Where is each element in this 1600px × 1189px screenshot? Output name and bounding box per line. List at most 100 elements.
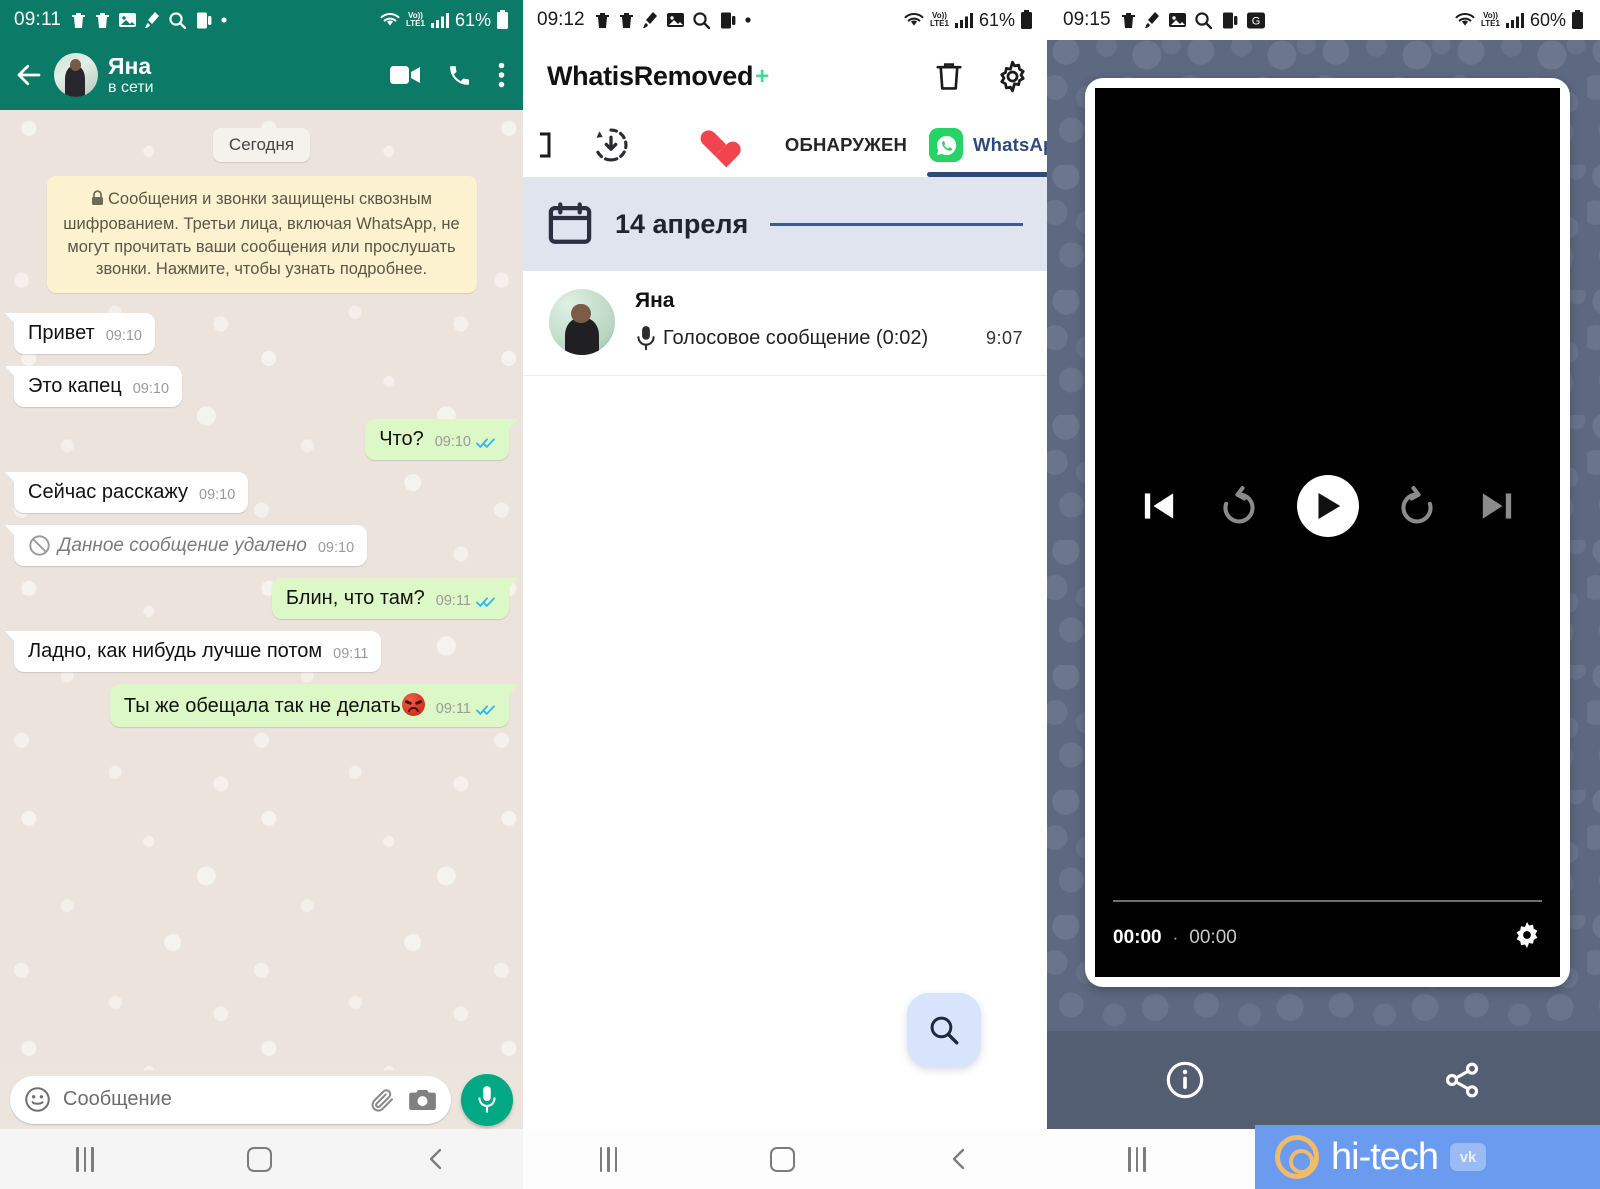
bracket-icon bbox=[540, 132, 551, 158]
message-row[interactable]: Сейчас расскажу 09:10 bbox=[4, 472, 509, 514]
app-header-actions bbox=[934, 60, 1029, 93]
message-text: Ладно, как нибудь лучше потом bbox=[28, 640, 323, 663]
angry-face-icon bbox=[401, 693, 425, 717]
plus-badge: + bbox=[755, 62, 770, 90]
home-button[interactable] bbox=[246, 1146, 272, 1172]
recents-button[interactable] bbox=[76, 1146, 94, 1172]
gallery-icon bbox=[666, 13, 684, 27]
tab-detected-label: ОБНАРУЖЕН bbox=[784, 134, 908, 155]
status-notification-icons: G bbox=[1120, 11, 1266, 30]
message-row[interactable]: Блин, что там? 09:11 bbox=[14, 578, 519, 620]
video-surface[interactable]: 00:00 · 00:00 bbox=[1095, 88, 1560, 977]
wifi-icon bbox=[380, 12, 400, 26]
player-controls bbox=[1095, 474, 1560, 537]
tab-favorites[interactable] bbox=[671, 113, 771, 177]
paint-icon bbox=[1144, 12, 1159, 28]
encryption-notice[interactable]: Сообщения и звонки защищены сквозным шиф… bbox=[14, 176, 509, 294]
app-title: WhatisRemoved bbox=[547, 61, 754, 91]
contact-info[interactable]: Яна в сети bbox=[108, 53, 154, 98]
message-text: Это капец bbox=[28, 375, 122, 398]
message-row[interactable]: Ты же обещала так не делать 09:11 bbox=[14, 684, 519, 728]
play-button[interactable] bbox=[1296, 474, 1359, 537]
restore-icon bbox=[595, 128, 628, 162]
trash-icon bbox=[96, 12, 110, 28]
message-row[interactable]: Ладно, как нибудь лучше потом 09:11 bbox=[4, 631, 509, 673]
player-bottom-actions bbox=[1047, 1031, 1600, 1129]
app-tab-bar: ОБНАРУЖЕН WhatsApp bbox=[523, 113, 1047, 177]
back-button[interactable] bbox=[425, 1146, 447, 1172]
tab-whatsapp[interactable]: WhatsApp bbox=[921, 113, 1047, 177]
contact-name: Яна bbox=[108, 52, 152, 79]
gear-icon[interactable] bbox=[996, 60, 1029, 93]
sender-name: Яна bbox=[635, 289, 675, 312]
info-button[interactable] bbox=[1047, 1060, 1324, 1100]
camera-icon[interactable] bbox=[408, 1087, 437, 1113]
status-clock: 09:12 bbox=[537, 9, 585, 30]
share-button[interactable] bbox=[1324, 1060, 1600, 1100]
recents-button[interactable] bbox=[599, 1146, 618, 1172]
message-row[interactable]: Привет 09:10 bbox=[5, 313, 509, 355]
status-bar-panel2: 09:12 Vo)) LTE1 61% bbox=[523, 0, 1047, 40]
microphone-icon bbox=[637, 326, 655, 351]
date-divider-rule bbox=[770, 222, 1023, 226]
trash-icon bbox=[72, 12, 86, 28]
chat-message-list[interactable]: Сегодня Сообщения и звонки защищены скво… bbox=[0, 110, 523, 1070]
app-header: WhatisRemoved + bbox=[523, 40, 1047, 113]
status-right-cluster: Vo)) LTE1 61% bbox=[903, 10, 1033, 31]
heart-icon bbox=[701, 131, 731, 159]
replay-10-button[interactable] bbox=[1217, 484, 1261, 528]
contact-avatar[interactable] bbox=[54, 53, 98, 97]
screen-record-icon bbox=[197, 12, 212, 28]
delete-icon[interactable] bbox=[934, 60, 964, 93]
back-button[interactable] bbox=[948, 1146, 970, 1172]
time-separator: · bbox=[1172, 927, 1179, 947]
search-icon bbox=[169, 11, 187, 29]
screen-record-icon bbox=[1222, 12, 1237, 28]
tab-detected[interactable]: ОБНАРУЖЕН bbox=[771, 113, 921, 177]
message-time: 09:11 bbox=[435, 593, 471, 610]
panel-video-player: 09:15 G Vo)) LTE1 60% 00:00 · 00:00 hi-t… bbox=[1047, 0, 1600, 1189]
search-fab[interactable] bbox=[907, 993, 981, 1067]
player-settings-button[interactable] bbox=[1512, 920, 1542, 955]
message-time: 09:10 bbox=[317, 540, 355, 557]
message-row-deleted[interactable]: Данное сообщение удалено 09:10 bbox=[4, 525, 509, 567]
message-time: 9:07 bbox=[985, 327, 1023, 348]
message-text: Данное сообщение удалено bbox=[58, 534, 307, 556]
tab-partial-left[interactable] bbox=[531, 113, 561, 177]
home-button[interactable] bbox=[770, 1146, 796, 1172]
voice-call-icon[interactable] bbox=[447, 63, 472, 88]
share-icon bbox=[1445, 1062, 1478, 1098]
voice-record-button[interactable] bbox=[461, 1073, 513, 1126]
message-text: Ты же обещала так не делать bbox=[123, 695, 401, 718]
trash-icon bbox=[619, 12, 633, 28]
list-item[interactable]: Яна Голосовое сообщение (0:02) 9:07 bbox=[523, 271, 1047, 376]
message-time: 09:10 bbox=[132, 381, 170, 398]
search-icon bbox=[930, 1016, 959, 1045]
avatar bbox=[549, 289, 615, 355]
day-divider: Сегодня bbox=[14, 128, 509, 162]
video-call-icon[interactable] bbox=[390, 64, 421, 86]
overflow-menu-icon[interactable] bbox=[498, 62, 505, 88]
day-divider-label: Сегодня bbox=[212, 128, 311, 162]
attach-icon[interactable] bbox=[368, 1086, 396, 1114]
skip-previous-button[interactable] bbox=[1137, 484, 1181, 528]
message-input-pill[interactable]: Сообщение bbox=[10, 1075, 451, 1124]
status-bar-panel3: 09:15 G Vo)) LTE1 60% bbox=[1047, 0, 1600, 40]
message-input-placeholder[interactable]: Сообщение bbox=[63, 1088, 356, 1111]
dot-icon bbox=[221, 17, 227, 23]
android-navbar-panel2 bbox=[523, 1129, 1047, 1189]
three-panel-screenshot: 09:11 Vo)) LTE1 61% Яна в сети Сегодня С… bbox=[0, 0, 1600, 1189]
skip-next-button[interactable] bbox=[1475, 484, 1519, 528]
recents-button[interactable] bbox=[1128, 1146, 1146, 1172]
back-arrow-icon[interactable] bbox=[14, 60, 44, 90]
message-row[interactable]: Это капец 09:10 bbox=[4, 366, 509, 408]
panel-whatsapp-chat: 09:11 Vo)) LTE1 61% Яна в сети Сегодня С… bbox=[0, 0, 523, 1189]
seek-bar[interactable] bbox=[1113, 900, 1542, 902]
emoji-icon[interactable] bbox=[24, 1086, 51, 1113]
forward-10-button[interactable] bbox=[1395, 484, 1439, 528]
read-receipt-icon bbox=[476, 597, 495, 607]
skip-previous-icon bbox=[1144, 493, 1173, 519]
message-row[interactable]: Что? 09:10 bbox=[14, 419, 518, 461]
tab-restore[interactable] bbox=[561, 113, 671, 177]
microphone-icon bbox=[478, 1085, 496, 1113]
